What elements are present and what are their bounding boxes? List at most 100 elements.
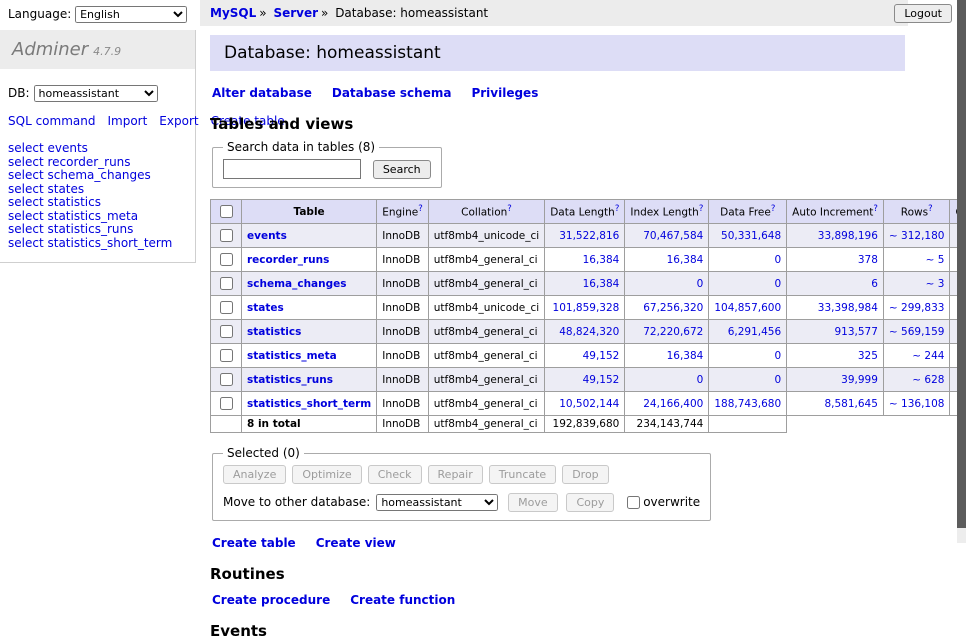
search-input[interactable] — [223, 159, 361, 179]
truncate-button[interactable]: Truncate — [489, 465, 556, 484]
sidebar-table-link-states[interactable]: states — [47, 182, 84, 196]
index-length-link[interactable]: 70,467,584 — [643, 230, 703, 242]
data-free-link[interactable]: 0 — [774, 350, 781, 362]
sidebar-table-link-schema-changes[interactable]: schema_changes — [47, 168, 150, 182]
select-link-schema-changes[interactable]: select — [8, 168, 44, 182]
data-free-link[interactable]: 104,857,600 — [714, 302, 781, 314]
help-link[interactable]: ? — [615, 204, 620, 214]
select-link-states[interactable]: select — [8, 182, 44, 196]
table-name-link-statistics-short-term[interactable]: statistics_short_term — [247, 398, 371, 410]
table-name-link-states[interactable]: states — [247, 302, 284, 314]
help-link[interactable]: ? — [928, 204, 933, 214]
select-all-checkbox[interactable] — [220, 205, 233, 218]
rows-link[interactable]: ~ 136,108 — [889, 398, 945, 410]
rows-link[interactable]: ~ 244 — [912, 350, 944, 362]
help-link[interactable]: ? — [507, 204, 512, 214]
index-length-link[interactable]: 24,166,400 — [643, 398, 703, 410]
table-name-link-statistics-meta[interactable]: statistics_meta — [247, 350, 337, 362]
language-select[interactable]: English — [75, 6, 187, 23]
data-length-link[interactable]: 10,502,144 — [559, 398, 619, 410]
data-free-link[interactable]: 50,331,648 — [721, 230, 781, 242]
copy-button[interactable]: Copy — [566, 493, 614, 512]
create-view-bottom-link[interactable]: Create view — [316, 536, 396, 550]
auto-increment-link[interactable]: 378 — [858, 254, 878, 266]
index-length-link[interactable]: 67,256,320 — [643, 302, 703, 314]
data-length-link[interactable]: 49,152 — [583, 374, 620, 386]
data-length-link[interactable]: 31,522,816 — [559, 230, 619, 242]
help-link[interactable]: ? — [418, 204, 423, 214]
logout-button[interactable]: Logout — [894, 4, 952, 23]
data-length-link[interactable]: 16,384 — [583, 278, 620, 290]
sidebar-table-link-recorder-runs[interactable]: recorder_runs — [47, 155, 130, 169]
sidebar-link-sql-command[interactable]: SQL command — [8, 114, 95, 128]
table-name-link-statistics-runs[interactable]: statistics_runs — [247, 374, 333, 386]
move-db-select[interactable]: homeassistant — [376, 494, 498, 511]
auto-increment-link[interactable]: 325 — [858, 350, 878, 362]
index-length-link[interactable]: 0 — [697, 374, 704, 386]
sidebar-table-link-statistics-runs[interactable]: statistics_runs — [47, 222, 133, 236]
index-length-link[interactable]: 0 — [697, 278, 704, 290]
data-free-link[interactable]: 0 — [774, 374, 781, 386]
table-name-link-schema-changes[interactable]: schema_changes — [247, 278, 347, 290]
select-link-events[interactable]: select — [8, 141, 44, 155]
index-length-link[interactable]: 16,384 — [667, 350, 704, 362]
rows-link[interactable]: ~ 5 — [926, 254, 945, 266]
sidebar-table-link-events[interactable]: events — [47, 141, 87, 155]
create-table-bottom-link[interactable]: Create table — [212, 536, 296, 550]
data-free-link[interactable]: 188,743,680 — [714, 398, 781, 410]
sidebar-table-link-statistics-meta[interactable]: statistics_meta — [47, 209, 138, 223]
overwrite-checkbox[interactable] — [627, 496, 640, 509]
auto-increment-link[interactable]: 33,398,984 — [818, 302, 878, 314]
data-free-link[interactable]: 0 — [774, 254, 781, 266]
row-checkbox-statistics-runs[interactable] — [220, 373, 233, 386]
data-length-link[interactable]: 101,859,328 — [553, 302, 620, 314]
auto-increment-link[interactable]: 39,999 — [841, 374, 878, 386]
index-length-link[interactable]: 72,220,672 — [643, 326, 703, 338]
select-link-statistics-meta[interactable]: select — [8, 209, 44, 223]
select-link-statistics[interactable]: select — [8, 195, 44, 209]
data-length-link[interactable]: 16,384 — [583, 254, 620, 266]
sidebar-link-import[interactable]: Import — [107, 114, 147, 128]
select-link-statistics-runs[interactable]: select — [8, 222, 44, 236]
row-checkbox-schema-changes[interactable] — [220, 277, 233, 290]
row-checkbox-statistics[interactable] — [220, 325, 233, 338]
data-length-link[interactable]: 48,824,320 — [559, 326, 619, 338]
row-checkbox-states[interactable] — [220, 301, 233, 314]
data-length-link[interactable]: 49,152 — [583, 350, 620, 362]
help-link[interactable]: ? — [699, 204, 704, 214]
sidebar-table-link-statistics[interactable]: statistics — [47, 195, 101, 209]
breadcrumb-mysql-link[interactable]: MySQL — [210, 6, 256, 20]
alter-database-link[interactable]: Alter database — [212, 86, 312, 100]
help-link[interactable]: ? — [771, 204, 776, 214]
row-checkbox-recorder-runs[interactable] — [220, 253, 233, 266]
breadcrumb-server-link[interactable]: Server — [273, 6, 318, 20]
scrollbar-thumb[interactable] — [957, 0, 966, 528]
table-name-link-statistics[interactable]: statistics — [247, 326, 301, 338]
search-button[interactable]: Search — [373, 160, 431, 179]
row-checkbox-statistics-meta[interactable] — [220, 349, 233, 362]
drop-button[interactable]: Drop — [562, 465, 608, 484]
check-button[interactable]: Check — [368, 465, 422, 484]
select-link-statistics-short-term[interactable]: select — [8, 236, 44, 250]
create-function-link[interactable]: Create function — [350, 593, 455, 607]
rows-link[interactable]: ~ 628 — [912, 374, 944, 386]
rows-link[interactable]: ~ 299,833 — [889, 302, 945, 314]
rows-link[interactable]: ~ 3 — [926, 278, 945, 290]
data-free-link[interactable]: 0 — [774, 278, 781, 290]
rows-link[interactable]: ~ 569,159 — [889, 326, 945, 338]
privileges-link[interactable]: Privileges — [471, 86, 538, 100]
select-link-recorder-runs[interactable]: select — [8, 155, 44, 169]
vertical-scrollbar[interactable] — [957, 0, 966, 543]
data-free-link[interactable]: 6,291,456 — [728, 326, 781, 338]
analyze-button[interactable]: Analyze — [223, 465, 286, 484]
optimize-button[interactable]: Optimize — [292, 465, 361, 484]
sidebar-link-export[interactable]: Export — [159, 114, 198, 128]
help-link[interactable]: ? — [873, 204, 878, 214]
table-name-link-events[interactable]: events — [247, 230, 287, 242]
rows-link[interactable]: ~ 312,180 — [889, 230, 945, 242]
auto-increment-link[interactable]: 33,898,196 — [818, 230, 878, 242]
row-checkbox-statistics-short-term[interactable] — [220, 397, 233, 410]
create-procedure-link[interactable]: Create procedure — [212, 593, 330, 607]
auto-increment-link[interactable]: 913,577 — [835, 326, 878, 338]
db-select[interactable]: homeassistant — [34, 85, 158, 102]
